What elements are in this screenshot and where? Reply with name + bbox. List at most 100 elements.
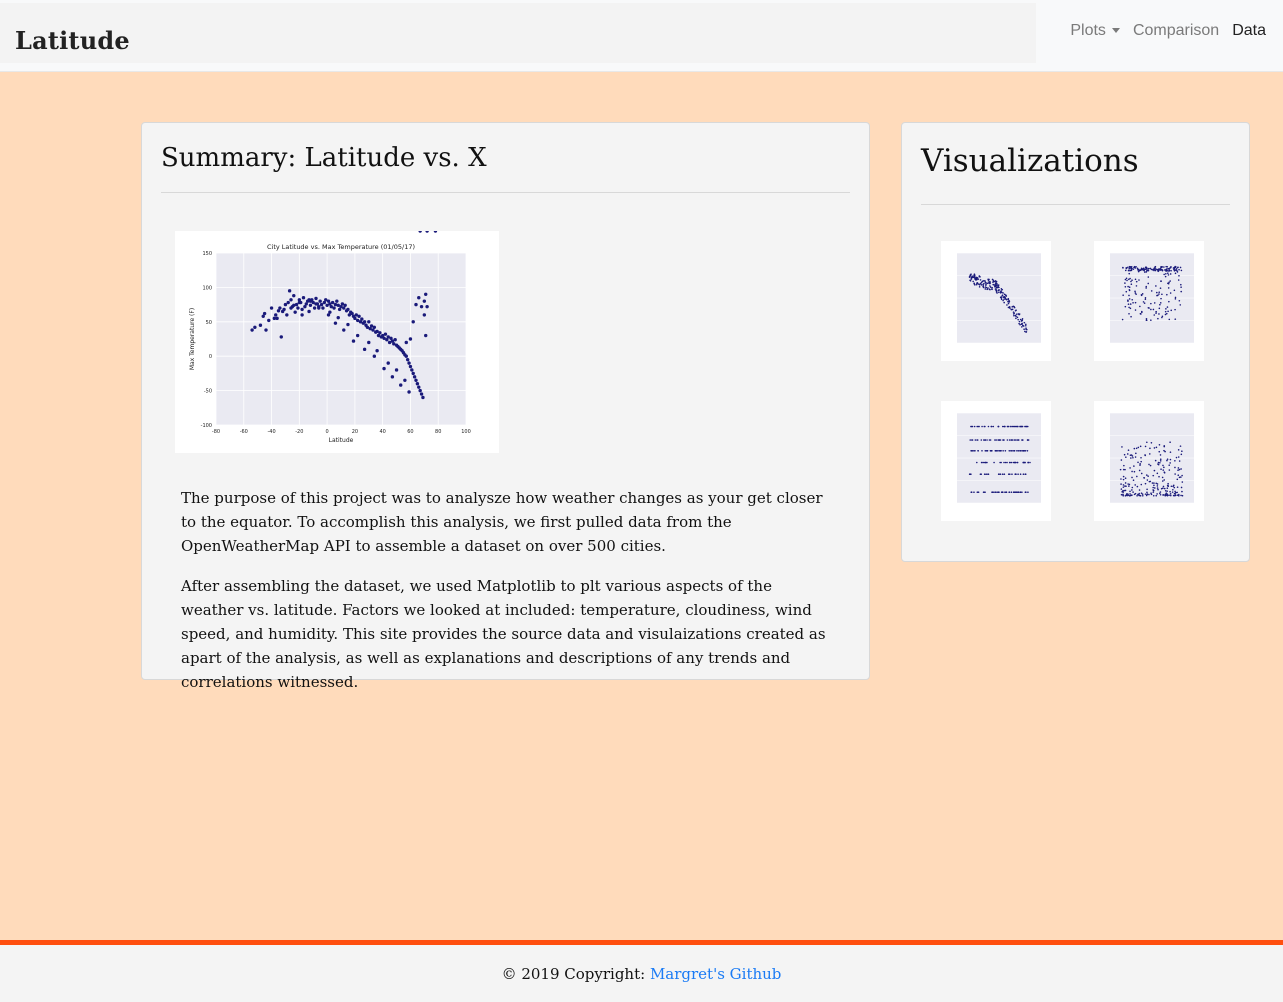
thumbnail-point [1024, 473, 1027, 475]
thumbnail-point [1178, 468, 1181, 471]
thumbnail-point [1027, 439, 1029, 441]
thumbnail-point [991, 278, 994, 281]
thumbnail-point [1129, 493, 1131, 495]
thumbnail-point [1146, 269, 1148, 272]
thumbnail-point [1154, 269, 1157, 272]
thumbnail-point [1017, 450, 1020, 452]
thumbnail-point [1173, 266, 1176, 269]
thumbnail-point [1163, 266, 1165, 268]
nav-data[interactable]: Data [1232, 22, 1266, 40]
thumbnail-point [1027, 491, 1029, 493]
thumbnail-point [1176, 486, 1179, 488]
brand-logo[interactable]: Latitude [15, 26, 130, 55]
thumbnail-point [1178, 274, 1180, 277]
thumbnail-point [1019, 318, 1022, 321]
github-link[interactable]: Margret's Github [650, 965, 781, 983]
thumbnail-point [1018, 313, 1021, 315]
data-point [335, 299, 339, 303]
data-point [362, 320, 367, 324]
summary-card: Summary: Latitude vs. X -80 -60 -40 -20 0 20 4… [141, 122, 870, 691]
thumbnail-point [996, 292, 998, 294]
thumbnail-point [972, 275, 974, 277]
thumbnail-point [984, 286, 987, 288]
thumbnail-wind-speed[interactable] [1094, 401, 1204, 521]
thumbnail-point [1177, 474, 1180, 477]
data-point [318, 299, 322, 303]
thumbnail-point [1156, 483, 1159, 485]
thumbnail-point [1166, 293, 1168, 296]
thumbnail-point [1152, 494, 1155, 497]
data-point [267, 318, 271, 323]
thumbnail-point [1000, 288, 1003, 290]
thumbnail-point [1018, 322, 1020, 325]
data-point [362, 347, 367, 352]
thumbnail-point [1168, 464, 1171, 466]
nav-plots-dropdown[interactable]: Plots [1070, 22, 1120, 40]
thumbnail-cloudiness[interactable] [941, 401, 1051, 521]
thumbnail-point [1174, 493, 1176, 495]
thumbnail-point [1010, 461, 1013, 464]
thumbnail-point [1121, 318, 1124, 321]
thumbnail-point [986, 439, 988, 441]
thumbnail-point [1013, 306, 1016, 309]
thumbnail-chart [1110, 252, 1194, 344]
thumbnail-point [1127, 285, 1129, 288]
main-plot-image: -80 -60 -40 -20 0 20 40 60 80 100 -100 -50 0 50 100 150… [175, 229, 499, 453]
nav-comparison[interactable]: Comparison [1133, 22, 1219, 40]
thumbnail-point [1180, 476, 1182, 478]
thumbnail-point [1002, 292, 1004, 294]
thumbnail-point [1129, 490, 1131, 493]
thumbnail-point [984, 461, 987, 464]
data-point [292, 303, 296, 307]
thumbnail-point [1136, 485, 1139, 488]
thumbnail-max-temperature[interactable] [941, 241, 1051, 361]
thumbnail-point [1138, 492, 1141, 495]
thumbnail-point [1122, 475, 1125, 478]
thumbnail-point [1163, 487, 1166, 490]
thumbnail-point [1027, 461, 1029, 464]
thumbnail-point [1170, 269, 1172, 272]
thumbnail-point [1167, 310, 1169, 313]
thumbnail-point [1150, 302, 1152, 305]
y-tick-label: 0 [209, 354, 212, 360]
thumbnail-point [1004, 298, 1007, 300]
thumbnail-point [1157, 269, 1160, 272]
thumbnail-point [1007, 298, 1010, 301]
data-point [403, 378, 407, 382]
thumbnail-point [1130, 457, 1132, 459]
data-point [326, 313, 331, 317]
thumbnail-point [1003, 298, 1005, 300]
thumbnail-point [999, 473, 1002, 475]
data-point [300, 307, 304, 312]
thumbnail-point [1132, 479, 1135, 482]
thumbnail-point [992, 283, 995, 286]
summary-title: Summary: Latitude vs. X [161, 143, 487, 173]
thumbnail-point [1168, 268, 1170, 270]
thumbnail-point [1165, 312, 1168, 315]
thumbnail-point [970, 277, 973, 279]
thumbnail-point [1007, 425, 1009, 428]
thumbnail-point [1149, 267, 1152, 270]
thumbnail-point [1147, 276, 1150, 278]
thumbnail-point [1148, 453, 1151, 455]
thumbnail-point [1164, 275, 1167, 278]
thumbnail-point [980, 284, 983, 286]
thumbnail-point [1169, 292, 1172, 294]
thumbnail-point [978, 286, 981, 288]
thumbnail-point [977, 425, 979, 428]
thumbnail-point [1022, 450, 1025, 452]
thumbnail-point [1149, 464, 1152, 467]
thumbnail-point [1004, 491, 1006, 493]
thumbnail-humidity[interactable] [1094, 241, 1204, 361]
thumbnail-point [1168, 469, 1171, 471]
data-point [412, 375, 417, 379]
thumbnail-point [1008, 439, 1011, 441]
thumbnail-point [1168, 300, 1170, 303]
thumbnail-point [1129, 307, 1132, 310]
thumbnail-point [1162, 469, 1165, 471]
thumbnail-point [1153, 302, 1156, 304]
thumbnail-point [987, 287, 989, 289]
divider [161, 192, 850, 193]
thumbnail-point [1122, 294, 1124, 296]
thumbnail-point [1119, 468, 1122, 471]
